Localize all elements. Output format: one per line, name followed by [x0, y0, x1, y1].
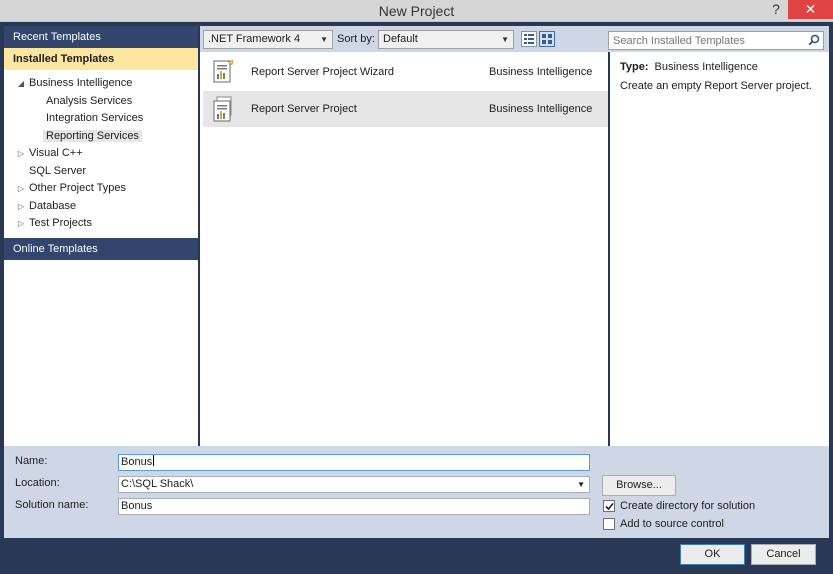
- add-source-control-label[interactable]: Add to source control: [620, 518, 724, 530]
- create-directory-checkbox[interactable]: [603, 500, 615, 512]
- checkmark-icon: [605, 502, 614, 511]
- collapsed-arrow-icon[interactable]: ▷: [15, 180, 27, 197]
- browse-button[interactable]: Browse...: [602, 475, 676, 496]
- close-button[interactable]: ✕: [788, 0, 833, 19]
- framework-select-value: .NET Framework 4: [208, 33, 301, 45]
- chevron-down-icon: ▼: [501, 35, 509, 44]
- tree-item-sql-server[interactable]: SQL Server: [29, 163, 86, 180]
- create-directory-label[interactable]: Create directory for solution: [620, 500, 755, 512]
- tree-item-test-projects[interactable]: ▷ Test Projects: [15, 215, 92, 232]
- template-item-report-server-project-wizard[interactable]: Report Server Project Wizard Business In…: [203, 54, 608, 90]
- title-bar: New Project ? ✕: [0, 0, 833, 22]
- dialog-footer: OK Cancel: [0, 538, 833, 574]
- tree-item-business-intelligence[interactable]: ◢ Business Intelligence: [15, 75, 132, 92]
- name-value: Bonus: [121, 456, 153, 468]
- template-toolbar: .NET Framework 4 ▼ Sort by: Default ▼: [200, 26, 829, 52]
- online-templates-header[interactable]: Online Templates: [4, 238, 198, 260]
- expanded-arrow-icon[interactable]: ◢: [15, 75, 27, 92]
- type-line: Type: Business Intelligence: [620, 61, 819, 73]
- solution-name-label: Solution name:: [15, 499, 89, 511]
- solution-name-field[interactable]: Bonus: [118, 498, 590, 515]
- window-title: New Project: [378, 3, 455, 19]
- details-view-icon[interactable]: [539, 31, 555, 47]
- name-label: Name:: [15, 455, 48, 467]
- solution-name-value: Bonus: [121, 500, 153, 512]
- installed-templates-header[interactable]: Installed Templates: [4, 48, 198, 70]
- tree-item-analysis-services[interactable]: Analysis Services: [46, 93, 132, 110]
- template-categories-panel: Recent Templates Installed Templates ◢ Bu…: [4, 26, 198, 446]
- tree-item-visual-cpp[interactable]: ▷ Visual C++: [15, 145, 83, 162]
- template-tree: ◢ Business Intelligence Analysis Services…: [4, 70, 198, 238]
- template-description-panel: Type: Business Intelligence Create an emp…: [610, 52, 829, 446]
- dialog-body: Recent Templates Installed Templates ◢ Bu…: [0, 22, 833, 574]
- framework-select[interactable]: .NET Framework 4 ▼: [203, 30, 333, 49]
- cancel-button[interactable]: Cancel: [751, 544, 816, 565]
- template-name: Report Server Project: [251, 103, 357, 115]
- type-label: Type:: [620, 61, 649, 73]
- help-button[interactable]: ?: [770, 1, 782, 17]
- recent-templates-header[interactable]: Recent Templates: [4, 26, 198, 48]
- tree-item-reporting-services[interactable]: Reporting Services: [43, 128, 142, 145]
- template-category: Business Intelligence: [489, 103, 593, 115]
- location-value: C:\SQL Shack\: [121, 478, 194, 490]
- template-list: Report Server Project Wizard Business In…: [200, 52, 608, 446]
- search-input[interactable]: [609, 32, 799, 49]
- report-project-icon: [213, 96, 232, 122]
- template-item-report-server-project[interactable]: Report Server Project Business Intellige…: [203, 91, 608, 127]
- collapsed-arrow-icon[interactable]: ▷: [15, 198, 27, 215]
- name-field[interactable]: Bonus: [118, 454, 590, 471]
- search-icon[interactable]: [808, 34, 820, 46]
- chevron-down-icon[interactable]: ▼: [577, 477, 585, 492]
- list-view-icon[interactable]: [521, 31, 537, 47]
- sort-select[interactable]: Default ▼: [378, 30, 514, 49]
- location-field[interactable]: C:\SQL Shack\ ▼: [118, 476, 590, 493]
- collapsed-arrow-icon[interactable]: ▷: [15, 145, 27, 162]
- template-name: Report Server Project Wizard: [251, 66, 395, 78]
- collapsed-arrow-icon[interactable]: ▷: [15, 215, 27, 232]
- project-details-form: Name: Bonus Location: C:\SQL Shack\ ▼ Br…: [4, 446, 829, 538]
- search-box[interactable]: [608, 31, 824, 50]
- sort-by-label: Sort by:: [337, 33, 375, 45]
- tree-item-other-project-types[interactable]: ▷ Other Project Types: [15, 180, 126, 197]
- tree-item-database[interactable]: ▷ Database: [15, 198, 76, 215]
- report-wizard-icon: [213, 59, 234, 83]
- text-caret: [153, 455, 155, 466]
- add-source-control-checkbox[interactable]: [603, 518, 615, 530]
- ok-button[interactable]: OK: [680, 544, 745, 565]
- sort-select-value: Default: [383, 33, 418, 45]
- location-label: Location:: [15, 477, 60, 489]
- chevron-down-icon: ▼: [320, 35, 328, 44]
- tree-item-integration-services[interactable]: Integration Services: [46, 110, 143, 127]
- type-value: Business Intelligence: [654, 61, 758, 73]
- description-text: Create an empty Report Server project.: [620, 80, 812, 92]
- template-category: Business Intelligence: [489, 66, 593, 78]
